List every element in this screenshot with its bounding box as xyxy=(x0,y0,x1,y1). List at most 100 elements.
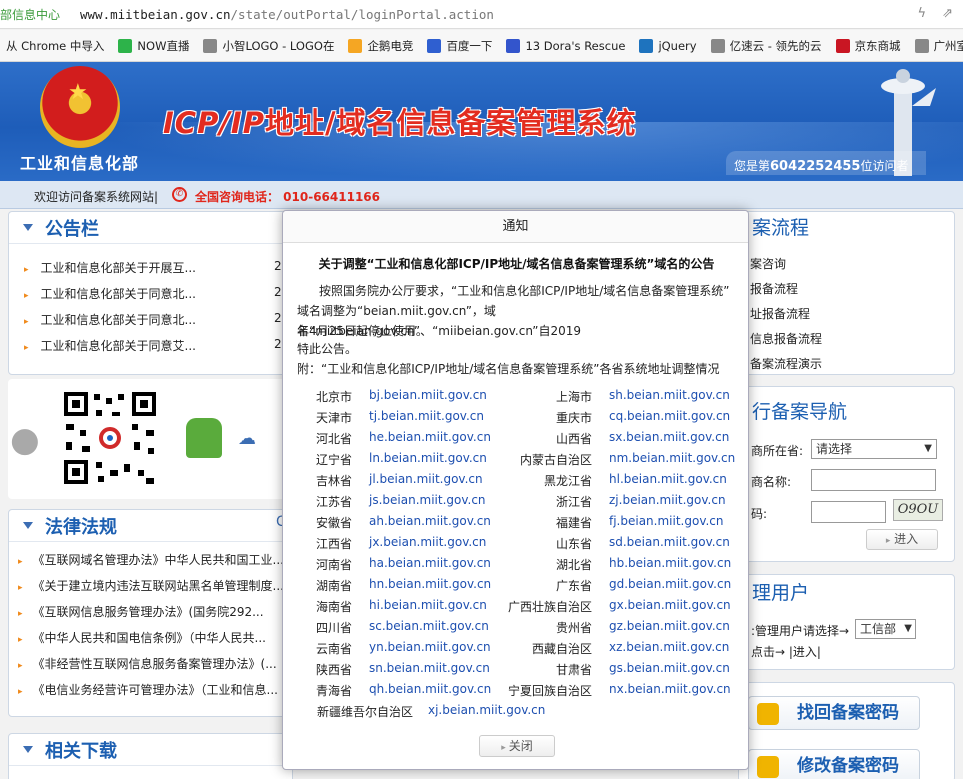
enter-button[interactable]: ▸ 进入 xyxy=(866,529,938,550)
province-url[interactable]: jl.beian.miit.gov.cn xyxy=(369,472,483,486)
hotline-text: 全国咨询电话： 010-66411166 xyxy=(195,190,381,204)
province-url[interactable]: xz.beian.miit.gov.cn xyxy=(609,640,729,654)
province-url[interactable]: sx.beian.miit.gov.cn xyxy=(609,430,729,444)
province-name: 甘肃省 xyxy=(555,663,592,677)
notice-paragraph: 按照国务院办公厅要求，“工业和信息化部ICP/IP地址/域名信息备案管理系统” xyxy=(319,284,730,298)
announcement-date: 2 xyxy=(274,259,282,273)
bookmark-item[interactable]: jQuery xyxy=(639,38,697,53)
law-item[interactable]: ▸ 《互联网信息服务管理办法》(国务院292... xyxy=(18,603,264,620)
bookmark-item[interactable]: 百度一下 xyxy=(427,38,492,54)
province-url[interactable]: js.beian.miit.gov.cn xyxy=(369,493,486,507)
province-url[interactable]: sn.beian.miit.gov.cn xyxy=(369,661,490,675)
province-url[interactable]: hb.beian.miit.gov.cn xyxy=(609,556,731,570)
province-url[interactable]: qh.beian.miit.gov.cn xyxy=(369,682,491,696)
bookmark-item[interactable]: 亿速云 - 领先的云 xyxy=(710,38,822,54)
url-text[interactable]: www.miitbeian.gov.cn/state/outPortal/log… xyxy=(80,7,494,22)
law-item[interactable]: ▸ 《电信业务经营许可管理办法》（工业和信息... xyxy=(18,681,278,698)
arrow-icon: ▸ xyxy=(18,557,23,567)
arrow-icon: ▸ xyxy=(18,635,23,645)
province-url[interactable]: sd.beian.miit.gov.cn xyxy=(609,535,730,549)
arrow-icon: ▸ xyxy=(24,317,29,327)
law-title: 《关于建立境内违法互联网站黑名单管理制度... xyxy=(32,579,284,593)
law-item[interactable]: ▸ 《关于建立境内违法互联网站黑名单管理制度... xyxy=(18,577,284,594)
arrow-icon: ▸ xyxy=(18,583,23,593)
province-url[interactable]: sh.beian.miit.gov.cn xyxy=(609,388,730,402)
collapse-icon[interactable] xyxy=(23,224,33,231)
panel-title: 行备案导航 xyxy=(752,401,848,423)
province-url[interactable]: hl.beian.miit.gov.cn xyxy=(609,472,727,486)
bookmark-icon xyxy=(118,38,133,53)
law-item[interactable]: ▸ 《非经营性互联网信息服务备案管理办法》(... xyxy=(18,655,277,672)
province-url[interactable]: hi.beian.miit.gov.cn xyxy=(369,598,487,612)
downloads-panel: 相关下载 xyxy=(8,733,293,779)
announcement-item[interactable]: ▸ 工业和信息化部关于开展互... xyxy=(24,259,196,276)
bookmark-item[interactable]: 小智LOGO - LOGO在 xyxy=(203,38,334,54)
process-link[interactable]: 案咨询 xyxy=(750,255,786,272)
process-link[interactable]: 备案流程演示 xyxy=(750,355,822,372)
province-url[interactable]: cq.beian.miit.gov.cn xyxy=(609,409,730,423)
province-url[interactable]: ha.beian.miit.gov.cn xyxy=(369,556,491,570)
announcement-item[interactable]: ▸ 工业和信息化部关于同意北... xyxy=(24,311,196,328)
announcement-item[interactable]: ▸ 工业和信息化部关于同意北... xyxy=(24,285,196,302)
province-url[interactable]: gs.beian.miit.gov.cn xyxy=(609,661,730,675)
bookmark-label: 从 Chrome 中导入 xyxy=(6,38,105,53)
bookmark-item[interactable]: NOW直播 xyxy=(118,38,189,54)
recover-password-button[interactable]: 找回备案密码 xyxy=(748,696,920,730)
province-url[interactable]: ln.beian.miit.gov.cn xyxy=(369,451,487,465)
announcement-item[interactable]: ▸ 工业和信息化部关于同意艾... xyxy=(24,337,196,354)
law-item[interactable]: ▸ 《中华人民共和国电信条例》（中华人民共... xyxy=(18,629,266,646)
province-url[interactable]: nm.beian.miit.gov.cn xyxy=(609,451,735,465)
province-url[interactable]: fj.beian.miit.gov.cn xyxy=(609,514,724,528)
province-url[interactable]: gd.beian.miit.gov.cn xyxy=(609,577,731,591)
province-url[interactable]: he.beian.miit.gov.cn xyxy=(369,430,491,444)
cloud-download-icon[interactable]: ☁ xyxy=(238,428,256,449)
mgmt-user-select[interactable]: 工信部 ▼ xyxy=(855,619,916,639)
bookmark-item[interactable]: 从 Chrome 中导入 xyxy=(6,38,104,54)
captcha-input[interactable] xyxy=(811,501,886,523)
province-name: 陕西省 xyxy=(315,663,352,677)
apple-icon[interactable]: ● xyxy=(10,420,40,460)
bookmark-item[interactable]: 广州室内 xyxy=(914,38,963,54)
lightning-icon[interactable]: ϟ xyxy=(918,6,927,21)
bookmark-item[interactable]: 企鹅电竞 xyxy=(348,38,413,54)
province-url[interactable]: gz.beian.miit.gov.cn xyxy=(609,619,730,633)
close-button[interactable]: ▸ 关闭 xyxy=(479,735,555,757)
modify-password-button[interactable]: 修改备案密码 xyxy=(748,749,920,779)
process-link[interactable]: 信息报备流程 xyxy=(750,330,822,347)
bookmark-icon xyxy=(506,38,521,53)
province-name: 四川省 xyxy=(315,621,352,635)
province-url[interactable]: jx.beian.miit.gov.cn xyxy=(369,535,486,549)
province-url[interactable]: xj.beian.miit.gov.cn xyxy=(428,703,545,717)
province-url[interactable]: gx.beian.miit.gov.cn xyxy=(609,598,731,612)
province-name: 吉林省 xyxy=(315,474,352,488)
process-link[interactable]: 址报备流程 xyxy=(750,305,810,322)
isp-name-input[interactable] xyxy=(811,469,936,491)
province-url[interactable]: yn.beian.miit.gov.cn xyxy=(369,640,491,654)
mgmt-enter-link[interactable]: 点击→ |进入| xyxy=(751,643,821,660)
captcha-image[interactable]: O9OU xyxy=(893,499,943,521)
province-url[interactable]: sc.beian.miit.gov.cn xyxy=(369,619,489,633)
announcement-title: 工业和信息化部关于同意北... xyxy=(40,287,196,301)
collapse-icon[interactable] xyxy=(23,522,33,529)
province-url[interactable]: nx.beian.miit.gov.cn xyxy=(609,682,731,696)
android-icon[interactable] xyxy=(186,418,222,458)
province-name: 安徽省 xyxy=(315,516,352,530)
province-name: 海南省 xyxy=(315,600,352,614)
bookmark-item[interactable]: 京东商城 xyxy=(835,38,901,54)
province-url[interactable]: ah.beian.miit.gov.cn xyxy=(369,514,491,528)
process-link[interactable]: 报备流程 xyxy=(750,280,798,297)
collapse-icon[interactable] xyxy=(23,746,33,753)
ministry-name: 工业和信息化部 xyxy=(20,154,140,173)
share-icon[interactable]: ⇗ xyxy=(942,6,953,21)
arrow-icon: ▸ xyxy=(24,343,29,353)
province-select[interactable]: 请选择 ▼ xyxy=(811,439,937,459)
province-url[interactable]: tj.beian.miit.gov.cn xyxy=(369,409,484,423)
province-url[interactable]: bj.beian.miit.gov.cn xyxy=(369,388,487,402)
law-title: 《互联网域名管理办法》中华人民共和国工业... xyxy=(32,553,284,567)
province-url[interactable]: zj.beian.miit.gov.cn xyxy=(609,493,726,507)
province-name: 山东省 xyxy=(555,537,592,551)
province-url[interactable]: hn.beian.miit.gov.cn xyxy=(369,577,491,591)
bookmark-item[interactable]: 13 Dora's Rescue xyxy=(506,38,625,53)
law-item[interactable]: ▸ 《互联网域名管理办法》中华人民共和国工业... xyxy=(18,551,284,568)
address-bar[interactable]: 部信息中心 www.miitbeian.gov.cn/state/outPort… xyxy=(0,0,963,29)
